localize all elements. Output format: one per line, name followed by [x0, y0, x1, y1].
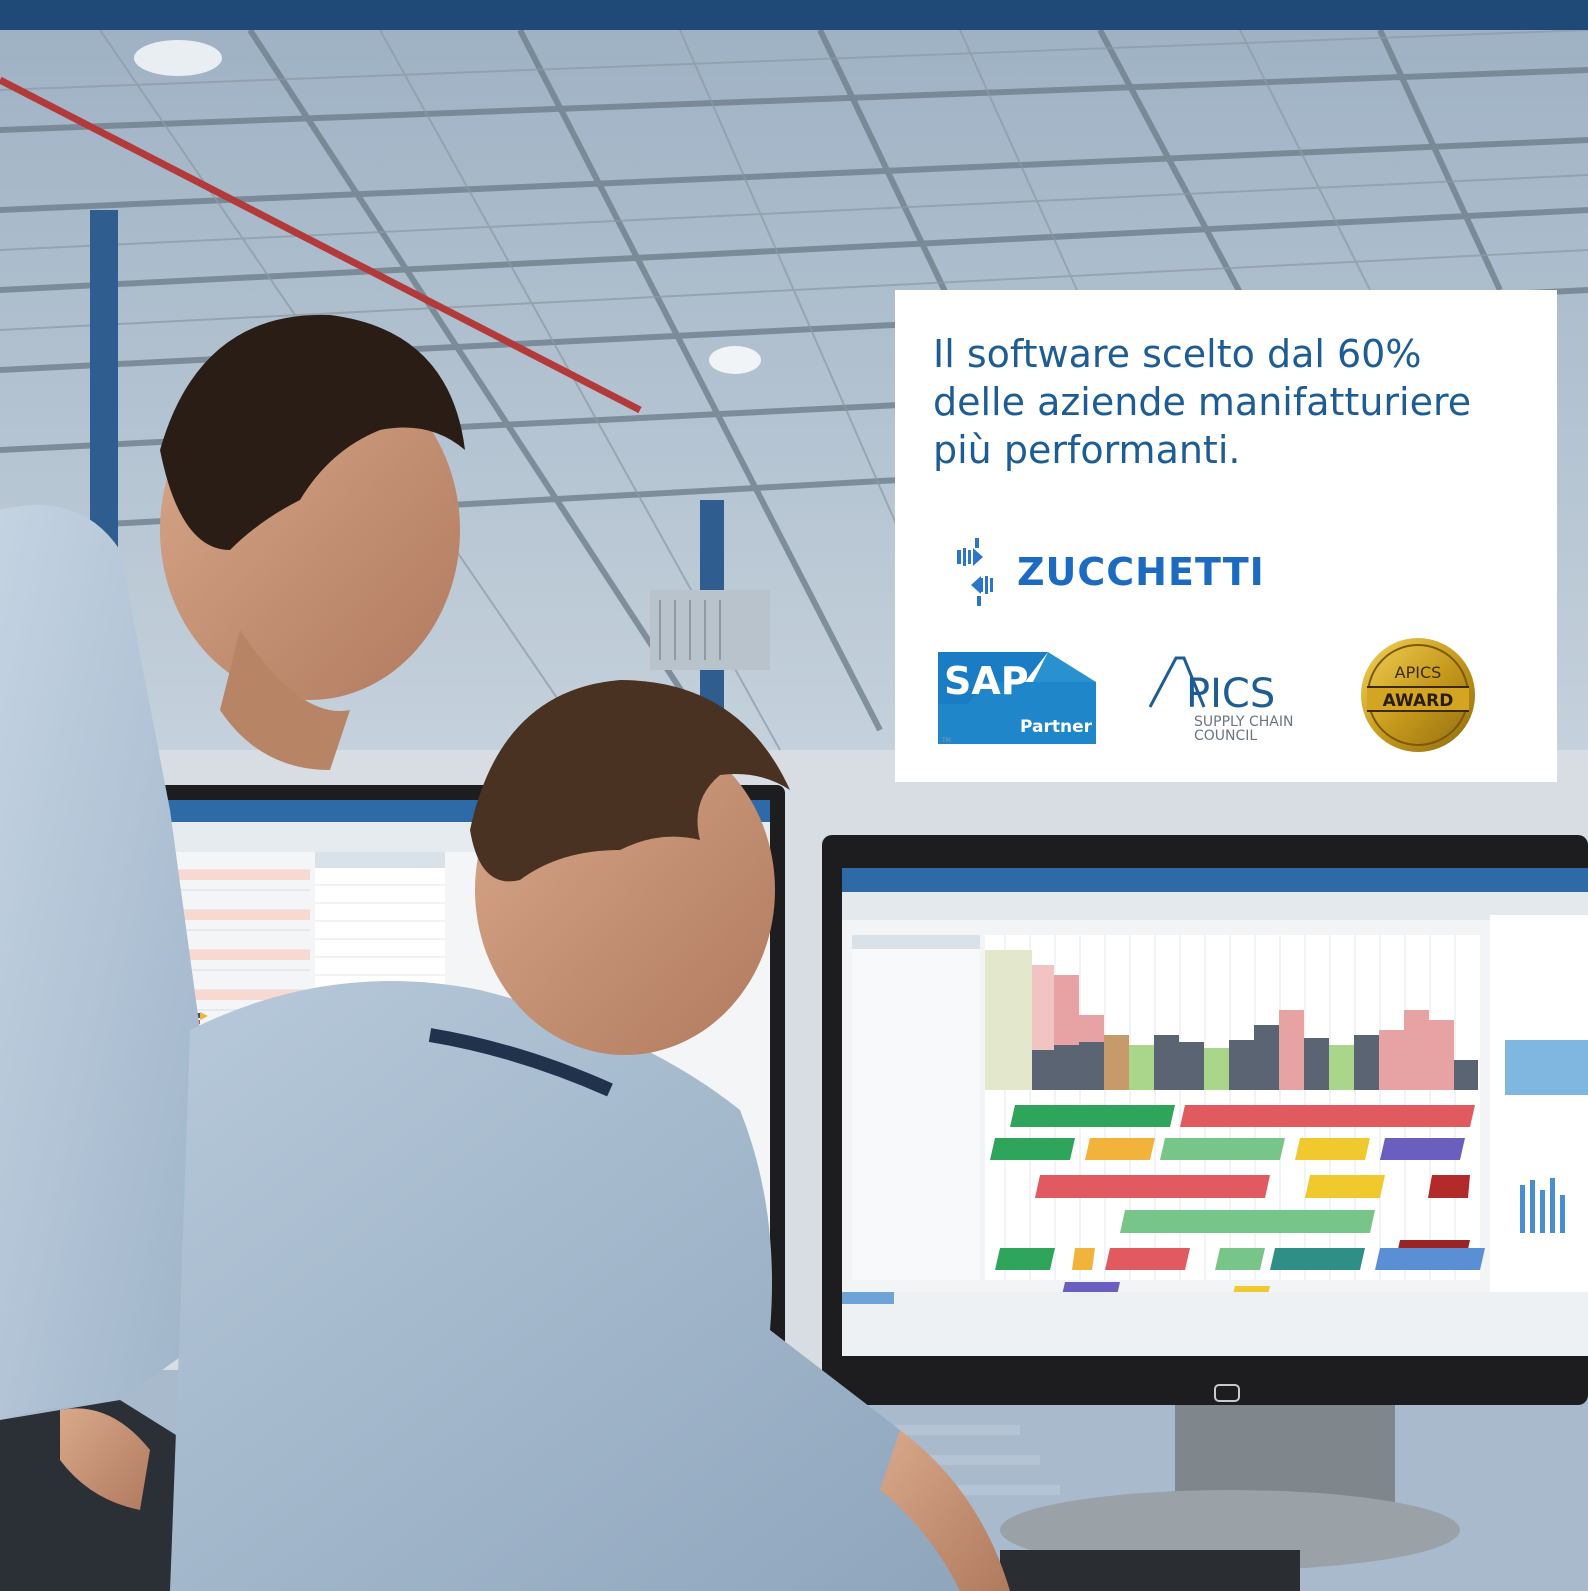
zucchetti-wordmark: ZUCCHETTI — [1017, 550, 1265, 594]
sap-tm: TM — [941, 737, 951, 744]
zucchetti-logo: ZUCCHETTI — [957, 538, 1265, 606]
award-apics-text: APICS — [1395, 663, 1442, 682]
apics-award-seal: APICS AWARD — [1361, 638, 1475, 752]
award-label: AWARD — [1383, 691, 1454, 711]
headline-line-1: Il software scelto dal 60% — [933, 332, 1422, 376]
sap-partner-logo: SAP Partner TM — [938, 652, 1096, 744]
sap-partner-label: Partner — [1020, 717, 1093, 737]
apics-logo: PICS SUPPLY CHAIN COUNCIL — [1148, 656, 1293, 744]
headline-line-2: delle aziende manifatturiere — [933, 380, 1472, 424]
apics-subline-2: COUNCIL — [1194, 728, 1257, 744]
office-photo — [0, 30, 1588, 1591]
top-brand-bar — [0, 0, 1588, 30]
apics-wordmark: PICS — [1186, 671, 1275, 717]
zucchetti-arrows-icon — [957, 538, 993, 606]
promo-panel: Il software scelto dal 60% delle aziende… — [895, 290, 1557, 782]
headline: Il software scelto dal 60% delle aziende… — [933, 330, 1543, 474]
headline-line-3: più performanti. — [933, 428, 1241, 472]
sap-wordmark: SAP — [944, 659, 1029, 703]
